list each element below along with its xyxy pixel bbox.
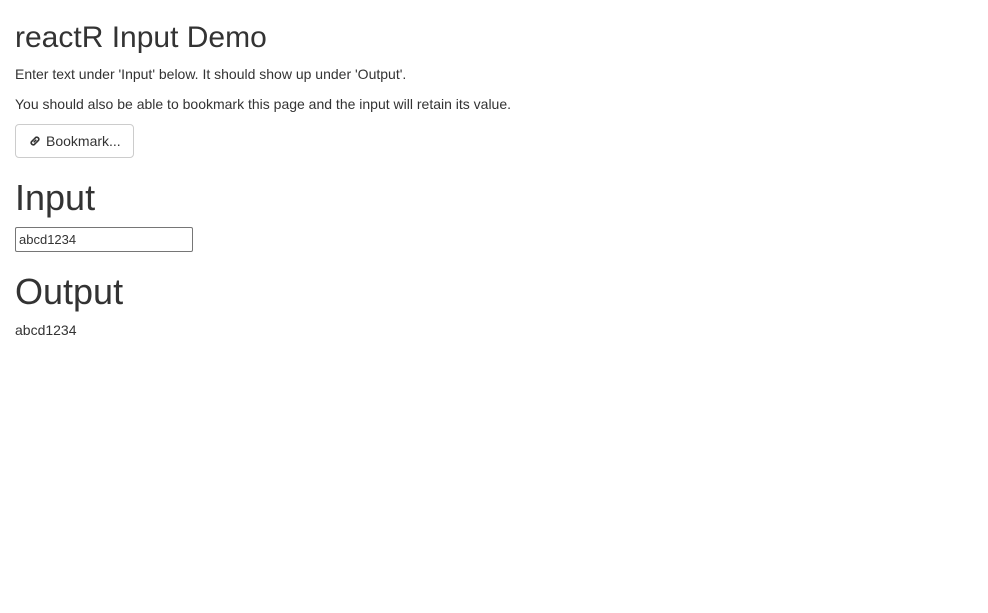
link-icon (28, 134, 42, 148)
page-title: reactR Input Demo (15, 21, 267, 54)
bookmark-button[interactable]: Bookmark... (15, 124, 134, 158)
page-container: reactR Input Demo Enter text under 'Inpu… (0, 21, 988, 340)
intro-text-2: You should also be able to bookmark this… (15, 96, 512, 112)
intro-text-1: Enter text under 'Input' below. It shoul… (15, 66, 407, 82)
output-text: abcd1234 (15, 322, 77, 339)
bookmark-button-label: Bookmark... (46, 133, 121, 149)
input-heading: Input (15, 177, 96, 218)
text-input[interactable] (15, 226, 193, 252)
output-heading: Output (15, 270, 124, 312)
